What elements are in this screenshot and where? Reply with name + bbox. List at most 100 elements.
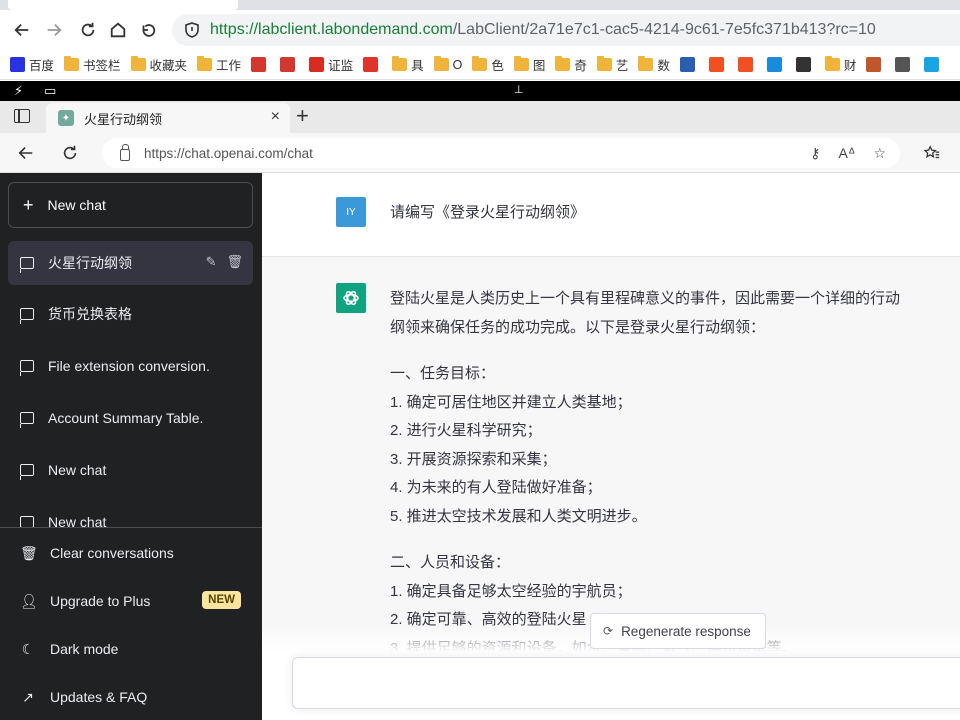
user-message-row: IY 请编写《登录火星行动纲领》 xyxy=(262,173,960,257)
bookmark-item[interactable] xyxy=(795,57,815,72)
inner-reload-icon[interactable] xyxy=(56,139,84,167)
folder-icon xyxy=(64,56,80,71)
bookmark-item[interactable]: 图 xyxy=(513,55,546,74)
bookmark-item[interactable] xyxy=(766,57,786,72)
inner-back-icon[interactable] xyxy=(12,139,40,167)
inner-address-bar[interactable]: https://chat.openai.com/chat ⚷ Aᐞ ☆ xyxy=(102,138,900,168)
folder-icon xyxy=(596,56,612,71)
openai-logo-icon xyxy=(336,283,366,313)
chat-item-currency-table[interactable]: 货币兑换表格 xyxy=(8,292,253,336)
bookmark-item[interactable]: 书签栏 xyxy=(64,55,121,74)
bookmark-label: 财 xyxy=(843,59,857,73)
pin-icon[interactable]: ⊥ xyxy=(514,83,524,96)
chat-item-label: New chat xyxy=(48,462,107,478)
chat-sidebar: + New chat 火星行动纲领 ✎ 🗑︎ 货币兑换表格 File exten… xyxy=(0,173,262,720)
bookmark-item[interactable] xyxy=(895,57,914,72)
external-link-icon: ↗ xyxy=(22,688,34,705)
response-line: 1. 确定可居住地区并建立人类基地； xyxy=(390,393,632,411)
cube-icon xyxy=(866,57,882,72)
lightning-icon[interactable]: ⚡ xyxy=(14,83,23,99)
upgrade-to-plus-button[interactable]: 👤︎ Upgrade to Plus NEW xyxy=(8,579,253,623)
tab-actions-icon[interactable] xyxy=(14,109,30,123)
openai-favicon-icon: ✦ xyxy=(58,110,74,126)
favorites-icon[interactable] xyxy=(918,139,946,167)
bookmark-item[interactable]: 数 xyxy=(638,55,670,74)
dark-mode-button[interactable]: ☾ Dark mode xyxy=(8,627,253,671)
shield-icon[interactable] xyxy=(184,22,200,38)
bookmark-item[interactable]: 奇 xyxy=(555,55,587,74)
folder-icon xyxy=(130,56,146,71)
forward-arrow-icon[interactable] xyxy=(40,16,68,44)
inner-tab-bar: ✦ 火星行动纲领 × + xyxy=(0,101,960,133)
key-icon[interactable]: ⚷ xyxy=(810,145,820,162)
updates-faq-link[interactable]: ↗ Updates & FAQ xyxy=(8,675,253,719)
bookmark-item[interactable] xyxy=(251,57,270,72)
chat-item-new-chat-1[interactable]: New chat xyxy=(8,448,253,492)
bookmark-item[interactable]: 工作 xyxy=(197,55,241,74)
response-line: 3. 开展资源探索和采集； xyxy=(390,450,557,468)
bookmark-label: 证监 xyxy=(328,59,354,73)
bookmark-item[interactable]: 收藏夹 xyxy=(130,55,188,74)
chat-bubble-icon xyxy=(20,360,34,376)
bookmark-item[interactable]: 具 xyxy=(392,55,424,74)
bookmark-item[interactable] xyxy=(280,57,299,72)
edit-pencil-icon[interactable]: ✎ xyxy=(206,254,217,270)
chat-bubble-icon xyxy=(20,308,34,324)
bookmark-item[interactable]: 色 xyxy=(472,55,504,74)
clear-label: Clear conversations xyxy=(50,545,174,561)
bookmark-item[interactable]: 百度 xyxy=(10,55,54,74)
updates-label: Updates & FAQ xyxy=(50,689,148,705)
stack-icon xyxy=(679,57,695,72)
bookmark-item[interactable]: 证监 xyxy=(309,55,353,74)
chat-item-account-summary[interactable]: Account Summary Table. xyxy=(8,396,253,440)
folder-icon xyxy=(513,56,529,71)
bookmark-label: 具 xyxy=(411,59,424,73)
bookmark-item[interactable] xyxy=(679,57,699,72)
folder-icon xyxy=(472,56,488,71)
bookmark-item[interactable] xyxy=(708,57,728,72)
dark-mode-label: Dark mode xyxy=(50,641,119,657)
bookmark-item[interactable]: O xyxy=(433,56,462,72)
favorite-star-icon[interactable]: ☆ xyxy=(873,145,886,162)
new-tab-button[interactable]: + xyxy=(296,104,309,128)
new-chat-button[interactable]: + New chat xyxy=(8,182,253,228)
chat-item-label: File extension conversion. xyxy=(48,358,210,374)
bookmark-item[interactable] xyxy=(924,57,943,72)
baidu-paw-icon xyxy=(10,57,25,72)
bookmark-item[interactable]: 艺 xyxy=(596,55,628,74)
clear-conversations-button[interactable]: 🗑︎ Clear conversations xyxy=(8,531,253,575)
upgrade-label: Upgrade to Plus xyxy=(50,593,151,609)
monitor-icon[interactable]: ▭ xyxy=(44,83,56,99)
bookmark-item[interactable]: 财 xyxy=(824,55,857,74)
regenerate-response-button[interactable]: ⟳ Regenerate response xyxy=(590,613,766,649)
bookmark-item[interactable] xyxy=(737,57,757,72)
outer-active-tab[interactable] xyxy=(8,0,238,10)
bookmark-label: 图 xyxy=(532,59,546,73)
chat-bubble-icon xyxy=(20,464,34,480)
back-arrow-icon[interactable] xyxy=(8,16,36,44)
home-icon[interactable] xyxy=(104,16,132,44)
bookmark-item[interactable] xyxy=(866,57,885,72)
bookmark-item[interactable] xyxy=(363,57,382,72)
windows-logo-icon xyxy=(737,57,753,72)
new-badge: NEW xyxy=(202,591,241,609)
chat-item-label: 火星行动纲领 xyxy=(48,255,132,271)
message-input[interactable] xyxy=(292,657,960,709)
bookmark-label: 收藏夹 xyxy=(149,59,188,73)
reload-icon[interactable] xyxy=(74,16,102,44)
outer-address-bar[interactable]: https://labclient.labondemand.com/LabCli… xyxy=(172,14,960,46)
undo-icon[interactable] xyxy=(134,16,162,44)
read-aloud-icon[interactable]: Aᐞ xyxy=(838,145,855,162)
response-line: 二、人员和设备： xyxy=(390,554,511,571)
response-line: 纲领来确保任务的成功完成。以下是登录火星行动纲领： xyxy=(390,318,766,336)
tab-mars-plan[interactable]: ✦ 火星行动纲领 × xyxy=(46,103,290,133)
plus-icon: + xyxy=(23,194,34,215)
lock-icon[interactable] xyxy=(120,143,130,161)
chat-item-file-extension[interactable]: File extension conversion. xyxy=(8,344,253,388)
chat-item-mars-plan[interactable]: 火星行动纲领 ✎ 🗑︎ xyxy=(8,241,253,285)
trash-icon[interactable]: 🗑︎ xyxy=(226,254,243,270)
chat-item-label: 货币兑换表格 xyxy=(48,306,132,322)
red-book-icon xyxy=(363,57,379,72)
tab-close-icon[interactable]: × xyxy=(271,108,280,126)
windows-logo-icon xyxy=(708,57,724,72)
